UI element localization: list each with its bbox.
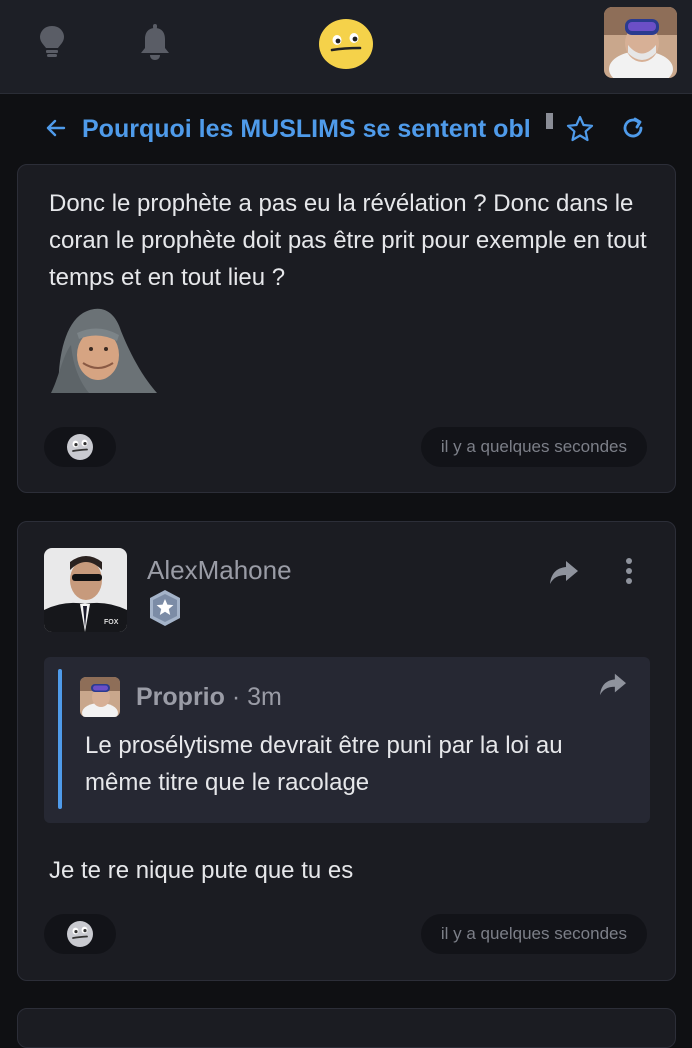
quote-time: 3m <box>247 683 282 711</box>
top-bar <box>0 0 692 94</box>
reaction-button[interactable] <box>44 427 116 467</box>
quote-text: Le prosélytisme devrait être puni par la… <box>85 732 563 796</box>
thread-title[interactable]: Pourquoi les MUSLIMS se sentent obl <box>82 112 548 146</box>
star-icon[interactable] <box>565 114 595 149</box>
user-avatar[interactable] <box>604 7 677 78</box>
lightbulb-icon[interactable] <box>32 22 72 62</box>
post-timestamp: il y a quelques secondes <box>420 914 647 954</box>
post-timestamp: il y a quelques secondes <box>420 427 647 467</box>
sticker-image <box>49 305 157 393</box>
quote-author-avatar <box>80 677 120 717</box>
quoted-message[interactable]: Proprio · 3m Le prosélytisme devrait êtr… <box>44 657 650 823</box>
quote-accent-bar <box>58 669 62 809</box>
smiley-logo-icon[interactable] <box>318 18 374 70</box>
quote-separator: · <box>231 683 241 711</box>
bell-icon[interactable] <box>135 22 175 62</box>
svg-text:FOX: FOX <box>104 619 119 626</box>
reaction-button[interactable] <box>44 914 116 954</box>
text-cursor <box>546 113 553 129</box>
quote-share-icon[interactable] <box>598 671 628 702</box>
smiley-reaction-icon <box>67 434 93 460</box>
post-text: Donc le prophète a pas eu la révélation … <box>49 190 647 291</box>
post-text: Je te re nique pute que tu es <box>49 857 354 884</box>
post-card: Donc le prophète a pas eu la révélation … <box>17 164 676 493</box>
more-options-icon[interactable] <box>618 556 640 591</box>
rank-badge-icon <box>147 588 183 633</box>
post-card: FOX AlexMahone Proprio · 3m Le prosélyti… <box>17 521 676 981</box>
back-arrow-icon[interactable] <box>44 116 68 145</box>
share-icon[interactable] <box>548 558 580 591</box>
quote-author-name: Proprio <box>136 683 225 711</box>
author-name[interactable]: AlexMahone <box>147 554 292 586</box>
refresh-icon[interactable] <box>619 114 647 147</box>
author-avatar[interactable]: FOX <box>44 548 127 632</box>
quote-header: Proprio · 3m <box>136 681 282 713</box>
post-card <box>17 1008 676 1048</box>
smiley-reaction-icon <box>67 921 93 947</box>
